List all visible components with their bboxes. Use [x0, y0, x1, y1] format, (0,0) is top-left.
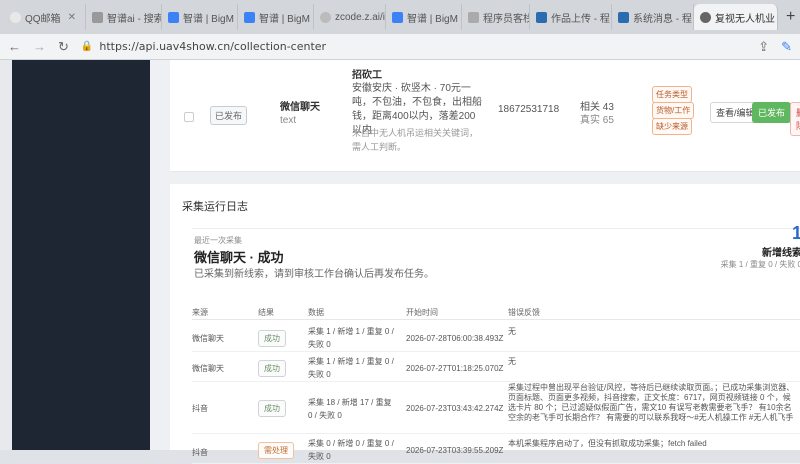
upload-favicon-icon — [536, 11, 547, 23]
forward-icon[interactable]: → — [33, 39, 46, 54]
tag-goods-work[interactable]: 货物/工作 — [652, 102, 695, 119]
main-content: 已发布 微信聊天 text 招砍工 安徽安庆 · 砍竖木 · 70元一吨，不包油… — [150, 60, 800, 464]
reload-icon[interactable]: ↻ — [58, 39, 69, 55]
last-collection-title: 微信聊天 · 成功 — [194, 250, 284, 265]
log-title: 采集运行日志 — [182, 201, 248, 213]
search-favicon-icon — [92, 11, 103, 23]
status-badge: 成功 — [258, 330, 286, 347]
new-clue-stats: 采集 1 / 重复 0 / 失败 0 — [720, 260, 800, 269]
new-clue-title: 新增线索 — [762, 248, 800, 259]
tab-zhipu-search[interactable]: 智谱ai - 搜索✕ — [86, 4, 162, 30]
url-field[interactable]: 🔒 https://api.uav4show.cn/collection-cen… — [81, 40, 746, 53]
source-name: 微信聊天 — [280, 102, 320, 113]
address-bar: ← → ↻ 🔒 https://api.uav4show.cn/collecti… — [0, 34, 800, 60]
tab-zcode[interactable]: zcode.z.ai/ic✕ — [314, 4, 386, 30]
table-row: 微信聊天 成功 采集 1 / 新增 1 / 重复 0 / 失败 0 2026-0… — [192, 352, 800, 382]
bigm-favicon-icon — [244, 11, 255, 23]
collection-log-panel: 采集运行日志 最近一次采集 微信聊天 · 成功 已采集到新线索，请到审核工作台确… — [170, 184, 800, 464]
table-row: 微信聊天 成功 采集 1 / 新增 1 / 重复 0 / 失败 0 2026-0… — [192, 322, 800, 352]
tab-bigm-3[interactable]: 智谱 | BigM✕ — [386, 4, 462, 30]
delete-button[interactable]: 删除 — [790, 102, 800, 136]
log-table-header: 来源 结果 数据 开始时间 错误反馈 — [192, 302, 800, 320]
share-icon[interactable]: ⇪ — [758, 39, 769, 55]
status-badge: 需处理 — [258, 442, 294, 459]
qq-favicon-icon — [10, 11, 21, 23]
globe-favicon-icon — [320, 11, 331, 23]
status-badge: 成功 — [258, 400, 286, 417]
tab-bigm-2[interactable]: 智谱 | BigM✕ — [238, 4, 314, 30]
bigm-favicon-icon — [392, 11, 403, 23]
clue-title: 招砍工 — [352, 70, 382, 81]
table-row: 抖音 需处理 采集 0 / 新增 0 / 重复 0 / 失败 0 2026-07… — [192, 434, 800, 464]
bigm-favicon-icon — [168, 11, 179, 23]
published-button[interactable]: 已发布 — [752, 102, 792, 123]
tab-programmer-inn[interactable]: 程序员客栈✕ — [462, 4, 530, 30]
tab-system-msg[interactable]: 系统消息 - 程✕ — [612, 4, 694, 30]
clue-note: 来自中无人机吊运相关关键词，需人工判断。 — [352, 128, 479, 152]
tag-missing-source[interactable]: 缺少来源 — [652, 118, 692, 135]
pen-icon[interactable]: ✎ — [781, 39, 792, 55]
globe-favicon-icon — [700, 11, 711, 23]
tag-task-type[interactable]: 任务类型 — [652, 86, 692, 103]
new-tab-icon[interactable]: + — [786, 8, 795, 26]
last-collection-label: 最近一次采集 — [194, 236, 242, 245]
page-favicon-icon — [468, 11, 479, 23]
tab-qq-mail[interactable]: QQ邮箱 ✕ — [4, 4, 86, 30]
clue-table-row: 已发布 微信聊天 text 招砍工 安徽安庆 · 砍竖木 · 70元一吨，不包油… — [170, 60, 800, 172]
source-type: text — [280, 115, 297, 126]
status-published-button[interactable]: 已发布 — [210, 106, 248, 125]
last-collection-desc: 已采集到新线索，请到审核工作台确认后再发布任务。 — [194, 269, 434, 280]
row-checkbox[interactable] — [184, 112, 194, 122]
tab-drone-active[interactable]: 复视无人机业✕ — [694, 4, 778, 30]
app-sidebar — [0, 60, 150, 450]
screen-bezel — [0, 60, 12, 450]
authenticity-score: 真实 65 — [580, 115, 614, 126]
contact-phone: 18672531718 — [498, 104, 560, 115]
back-icon[interactable]: ← — [8, 39, 21, 54]
new-clue-count: 1 — [791, 223, 800, 243]
close-icon[interactable]: ✕ — [68, 12, 76, 23]
last-collection-card: 最近一次采集 微信聊天 · 成功 已采集到新线索，请到审核工作台确认后再发布任务… — [192, 223, 800, 296]
table-row: 抖音 成功 采集 18 / 新增 17 / 重复 0 / 失败 0 2026-0… — [192, 382, 800, 434]
status-badge: 成功 — [258, 360, 286, 377]
tab-upload[interactable]: 作品上传 - 程✕ — [530, 4, 612, 30]
lock-icon: 🔒 — [80, 41, 94, 52]
tab-bigm-1[interactable]: 智谱 | BigM✕ — [162, 4, 238, 30]
message-favicon-icon — [618, 11, 629, 23]
browser-tab-bar: QQ邮箱✕ 智谱ai - 搜索✕ 智谱 | BigM✕ 智谱 | BigM✕ z… — [0, 0, 800, 34]
